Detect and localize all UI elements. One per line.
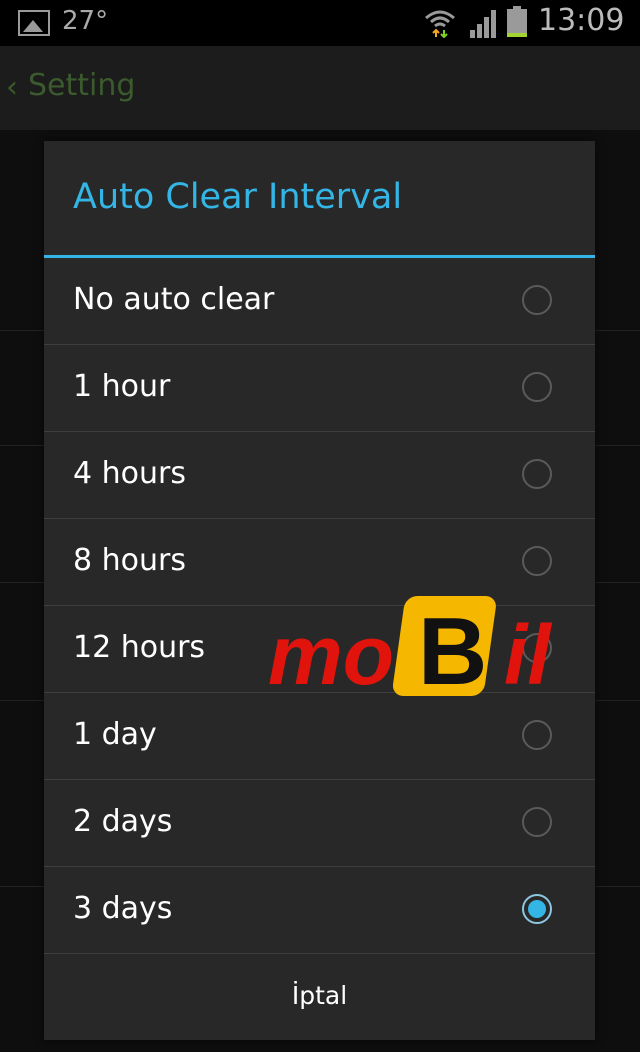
dialog-title: Auto Clear Interval xyxy=(73,177,403,217)
radio-button[interactable] xyxy=(522,720,552,750)
option-label: 1 day xyxy=(73,717,157,752)
auto-clear-dialog: Auto Clear Interval No auto clear 1 hour… xyxy=(44,141,595,1040)
mobil-watermark-logo: mo B il xyxy=(268,596,552,700)
cancel-label: İptal xyxy=(291,981,348,1010)
option-4-hours[interactable]: 4 hours xyxy=(44,432,595,519)
action-bar: ‹ Setting xyxy=(0,46,640,130)
option-label: 4 hours xyxy=(73,456,186,491)
watermark-text-left: mo xyxy=(268,608,394,700)
clock: 13:09 xyxy=(538,3,625,38)
option-1-hour[interactable]: 1 hour xyxy=(44,345,595,432)
radio-button-selected[interactable] xyxy=(522,894,552,924)
radio-button[interactable] xyxy=(522,372,552,402)
chevron-left-icon[interactable]: ‹ xyxy=(6,70,18,105)
wifi-icon xyxy=(425,10,455,38)
radio-button[interactable] xyxy=(522,807,552,837)
watermark-text-right: il xyxy=(504,608,552,700)
option-label: 3 days xyxy=(73,891,173,926)
radio-button[interactable] xyxy=(522,546,552,576)
option-label: 2 days xyxy=(73,804,173,839)
signal-icon xyxy=(470,10,496,38)
temperature-label: 27° xyxy=(62,6,109,36)
action-bar-title[interactable]: Setting xyxy=(28,68,135,103)
watermark-badge-letter: B xyxy=(418,598,487,700)
option-label: 8 hours xyxy=(73,543,186,578)
status-bar: 27° 13:09 xyxy=(0,0,640,46)
cancel-button[interactable]: İptal xyxy=(44,953,595,1040)
gallery-icon xyxy=(18,10,50,36)
radio-button[interactable] xyxy=(522,285,552,315)
radio-button[interactable] xyxy=(522,459,552,489)
option-2-days[interactable]: 2 days xyxy=(44,780,595,867)
battery-icon xyxy=(507,6,527,37)
option-no-auto-clear[interactable]: No auto clear xyxy=(44,258,595,345)
option-label: 1 hour xyxy=(73,369,171,404)
option-label: No auto clear xyxy=(73,282,275,317)
option-label: 12 hours xyxy=(73,630,206,665)
option-1-day[interactable]: 1 day xyxy=(44,693,595,780)
option-3-days[interactable]: 3 days xyxy=(44,867,595,954)
